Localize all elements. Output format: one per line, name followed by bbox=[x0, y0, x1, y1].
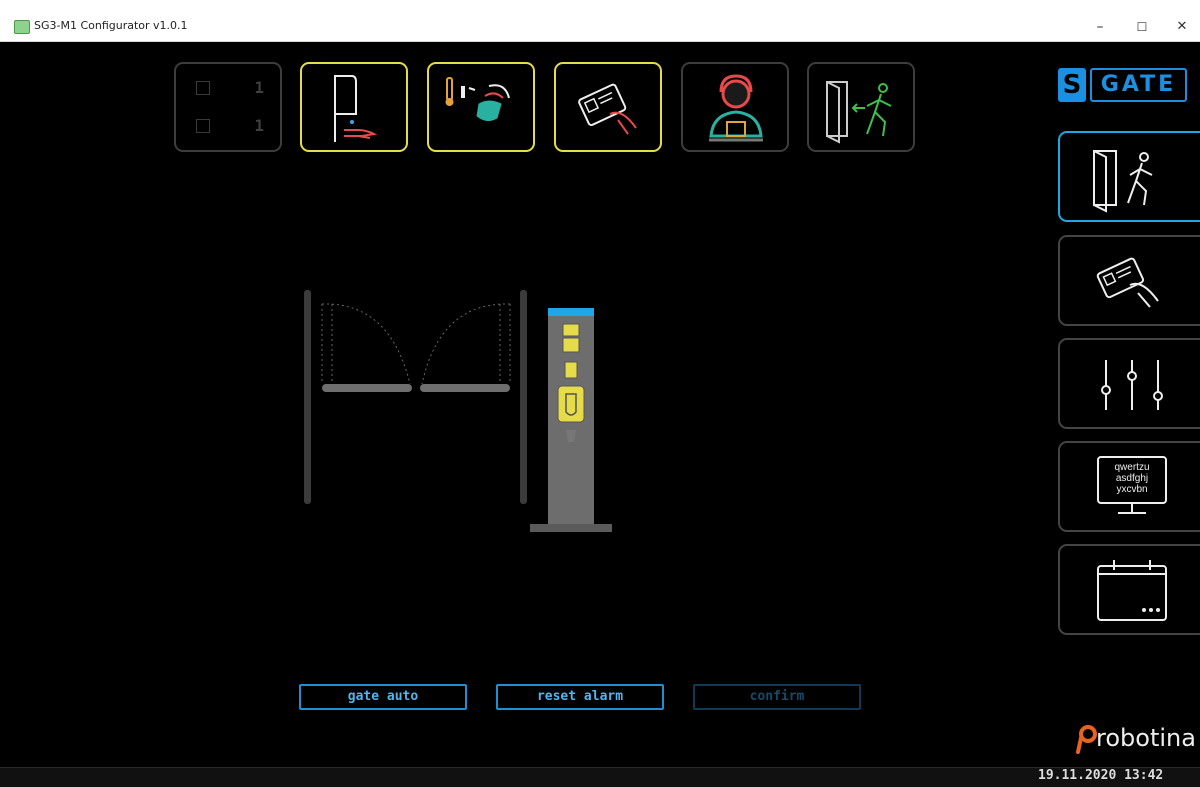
hand-sanitizer-tile[interactable] bbox=[300, 62, 408, 152]
left-wing-swing-arc bbox=[321, 303, 411, 385]
card-reader-icon bbox=[578, 83, 637, 135]
right-gate-wing bbox=[420, 384, 510, 392]
keyboard-line-3: yxcvbn bbox=[1116, 484, 1147, 495]
reset-alarm-button[interactable]: reset alarm bbox=[496, 684, 664, 710]
hand-sanitizer-icon bbox=[334, 75, 378, 142]
sidebar-item-keyboard[interactable]: qwertzu asdfghj yxcvbn bbox=[1058, 441, 1200, 532]
reader-pillar bbox=[530, 308, 612, 532]
minimize-button[interactable]: – bbox=[1085, 17, 1115, 37]
datetime-display: 19.11.2020 13:42 bbox=[1038, 768, 1164, 783]
entries-indicator bbox=[196, 81, 210, 95]
temperature-mask-check-icon bbox=[445, 77, 510, 122]
entries-counter: 1 bbox=[190, 78, 268, 98]
operator-headset-icon bbox=[709, 74, 763, 142]
keyboard-icon: qwertzu asdfghj yxcvbn bbox=[1097, 456, 1167, 514]
gate-auto-button[interactable]: gate auto bbox=[299, 684, 467, 710]
sliders-icon bbox=[1101, 360, 1163, 410]
sidebar-item-cards[interactable] bbox=[1058, 235, 1200, 326]
sidebar-item-calendar[interactable] bbox=[1058, 544, 1200, 635]
card-icon bbox=[1096, 257, 1159, 308]
left-gate-wing bbox=[322, 384, 412, 392]
exits-indicator bbox=[196, 119, 210, 133]
window-title: SG3-M1 Configurator v1.0.1 bbox=[34, 19, 188, 32]
sidebar-item-gate[interactable] bbox=[1058, 131, 1200, 222]
gate-illustration bbox=[304, 290, 612, 532]
logo-s: S bbox=[1058, 68, 1086, 102]
close-button[interactable]: ✕ bbox=[1167, 17, 1197, 37]
brand-name: robotina bbox=[1096, 724, 1196, 752]
card-reader-tile[interactable] bbox=[554, 62, 662, 152]
status-bar bbox=[0, 767, 1200, 787]
entries-count: 1 bbox=[254, 78, 264, 97]
counter-tile[interactable]: 1 1 bbox=[174, 62, 282, 152]
exits-counter: 1 bbox=[190, 116, 268, 136]
logo-gate: GATE bbox=[1090, 68, 1187, 102]
window-frame-left bbox=[0, 42, 8, 787]
right-gate-post bbox=[520, 290, 527, 504]
right-wing-swing-arc bbox=[421, 303, 511, 385]
sgate-logo: S GATE bbox=[1058, 68, 1191, 104]
exit-door-icon bbox=[826, 81, 892, 144]
window-titlebar: SG3-M1 Configurator v1.0.1 – ☐ ✕ bbox=[0, 0, 1200, 42]
app-icon bbox=[14, 20, 30, 34]
robotina-logo: robotina bbox=[1074, 718, 1200, 758]
door-walk-icon bbox=[1093, 150, 1153, 213]
sidebar-item-settings[interactable] bbox=[1058, 338, 1200, 429]
keyboard-line-2: asdfghj bbox=[1116, 473, 1148, 484]
exit-door-tile[interactable] bbox=[807, 62, 915, 152]
exits-count: 1 bbox=[254, 116, 264, 135]
keyboard-line-1: qwertzu bbox=[1114, 462, 1149, 473]
maximize-button[interactable]: ☐ bbox=[1127, 17, 1157, 37]
calendar-icon bbox=[1097, 560, 1167, 621]
left-gate-post bbox=[304, 290, 311, 504]
operator-tile[interactable] bbox=[681, 62, 789, 152]
temperature-mask-tile[interactable] bbox=[427, 62, 535, 152]
confirm-button[interactable]: confirm bbox=[693, 684, 861, 710]
